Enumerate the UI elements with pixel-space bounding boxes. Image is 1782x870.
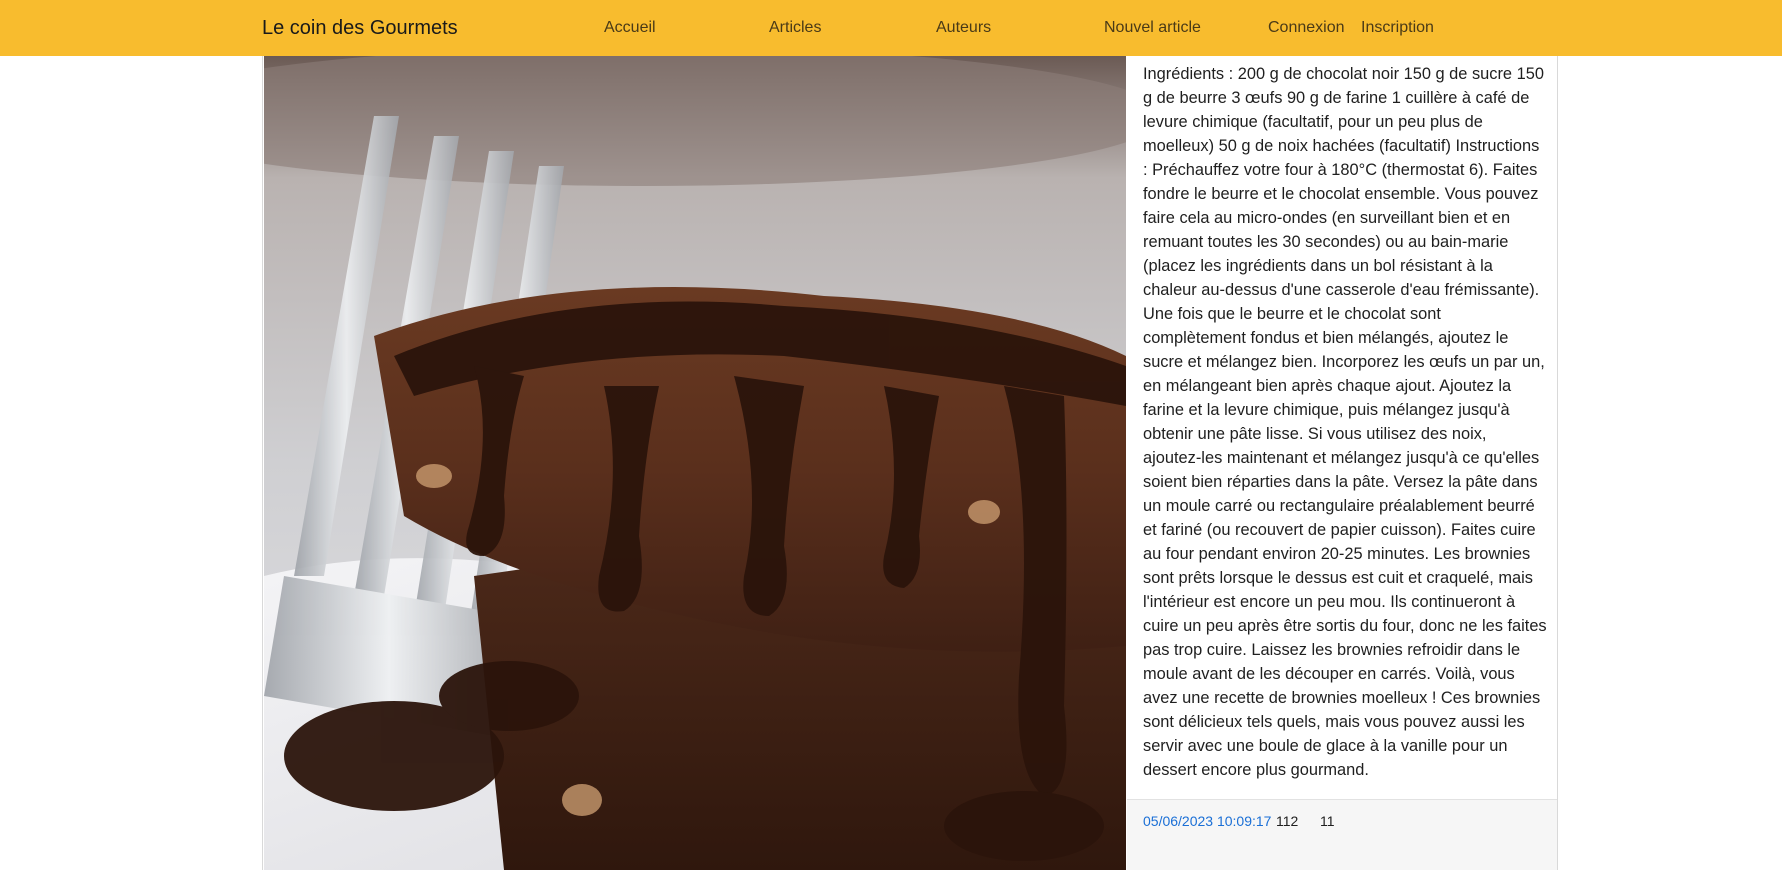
article-image	[264, 56, 1126, 870]
nav-link-inscription[interactable]: Inscription	[1361, 19, 1434, 37]
nav-link-articles[interactable]: Articles	[769, 19, 821, 37]
nav-link-connexion[interactable]: Connexion	[1268, 19, 1345, 37]
article-card: Ingrédients : 200 g de chocolat noir 150…	[262, 56, 1558, 870]
article-stat-1: 112	[1276, 813, 1299, 829]
brand-link[interactable]: Le coin des Gourmets	[262, 17, 458, 40]
article-body: Ingrédients : 200 g de chocolat noir 150…	[1143, 65, 1547, 779]
nav-link-auteurs[interactable]: Auteurs	[936, 19, 991, 37]
nav-link-nouvel-article[interactable]: Nouvel article	[1104, 19, 1201, 37]
navbar: Le coin des Gourmets Accueil Articles Au…	[0, 0, 1782, 56]
article-date-link[interactable]: 05/06/2023 10:09:17	[1143, 813, 1271, 829]
nav-link-accueil[interactable]: Accueil	[604, 19, 656, 37]
article-stat-2: 11	[1320, 813, 1335, 829]
article-footer: 05/06/2023 10:09:17 112 11	[1127, 799, 1557, 870]
